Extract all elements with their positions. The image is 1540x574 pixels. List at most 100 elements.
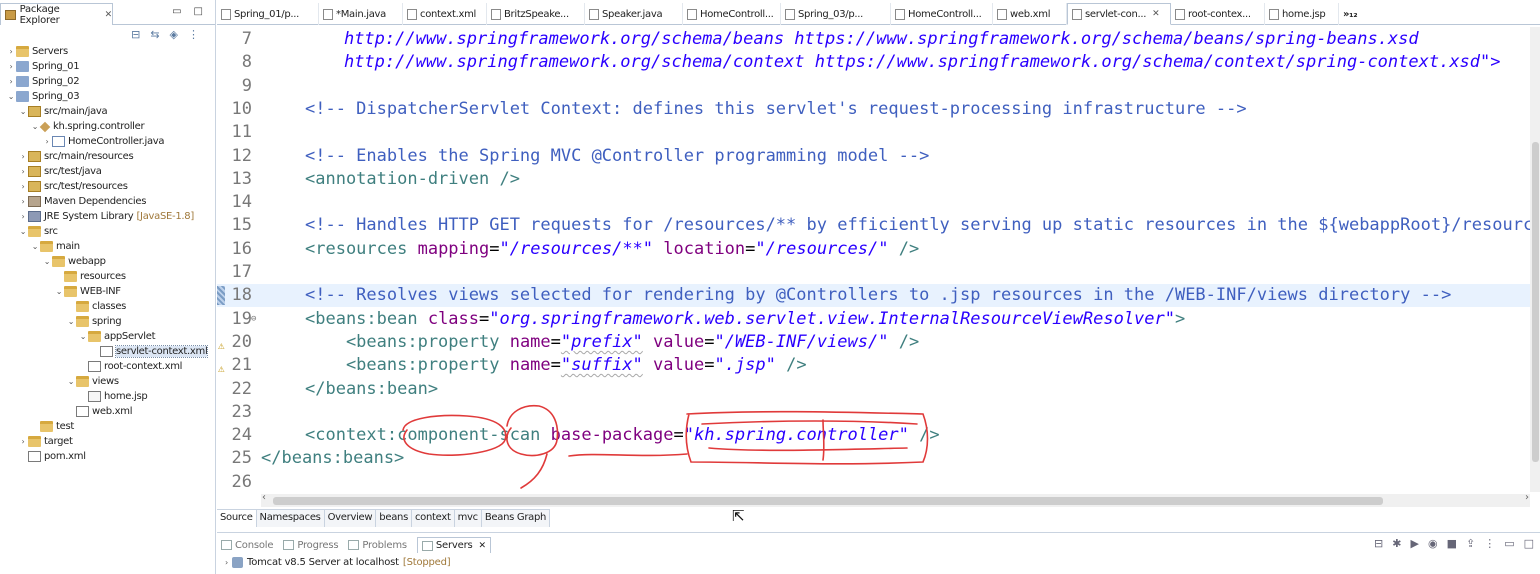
chevron-right-icon[interactable]: › <box>18 182 28 191</box>
tree-item[interactable]: web.xml <box>0 404 216 419</box>
chevron-right-icon[interactable]: › <box>6 77 16 86</box>
tree-item[interactable]: ⌄ WEB-INF <box>0 284 216 299</box>
tree-item[interactable]: resources <box>0 269 216 284</box>
code-line[interactable]: 7 http://www.springframework.org/schema/… <box>217 28 1530 51</box>
scroll-left-icon[interactable]: ‹ <box>262 492 266 503</box>
view-menu-icon[interactable]: ⋮ <box>188 28 199 41</box>
focus-icon[interactable]: ◈ <box>170 28 178 41</box>
editor-tab[interactable]: context.xml <box>403 3 487 25</box>
editor-tab[interactable]: BritzSpeake... <box>487 3 585 25</box>
editor-tab[interactable]: root-contex... <box>1171 3 1265 25</box>
tree-item[interactable]: › HomeController.java <box>0 134 216 149</box>
chevron-right-icon[interactable]: › <box>18 197 28 206</box>
code-line[interactable]: 24 <context:component-scan base-package="… <box>217 424 1530 447</box>
server-entry[interactable]: › Tomcat v8.5 Server at localhost [Stopp… <box>225 557 451 568</box>
code-line[interactable]: 17 <box>217 261 1530 284</box>
stop-server-icon[interactable]: ■ <box>1447 537 1457 550</box>
chevron-down-icon[interactable]: ⌄ <box>6 92 16 101</box>
tree-item[interactable]: home.jsp <box>0 389 216 404</box>
tree-item[interactable]: ⌄ appServlet <box>0 329 216 344</box>
chevron-right-icon[interactable]: › <box>18 152 28 161</box>
editor-page-tab[interactable]: mvc <box>454 510 482 527</box>
tree-item[interactable]: ⌄ webapp <box>0 254 216 269</box>
chevron-right-icon[interactable]: › <box>18 212 28 221</box>
code-line[interactable]: 12 <!-- Enables the Spring MVC @Controlle… <box>217 145 1530 168</box>
chevron-down-icon[interactable]: ⌄ <box>54 287 64 296</box>
code-line[interactable]: ⚠ 21 <beans:property name="suffix" value=… <box>217 354 1530 377</box>
collapse-icon[interactable]: ⊟ <box>1374 537 1383 550</box>
expand-icon[interactable]: › <box>225 558 228 567</box>
editor-tab[interactable]: *Main.java <box>319 3 403 25</box>
fold-icon[interactable]: ⊖ <box>251 308 256 331</box>
collapse-all-icon[interactable]: ⊟ <box>131 28 140 41</box>
editor-tab[interactable]: servlet-con... ✕ <box>1067 3 1171 25</box>
chevron-down-icon[interactable]: ⌄ <box>66 377 76 386</box>
editor-page-tab[interactable]: Overview <box>324 510 377 527</box>
chevron-down-icon[interactable]: ⌄ <box>30 242 40 251</box>
editor-tab[interactable]: web.xml <box>993 3 1067 25</box>
chevron-right-icon[interactable]: › <box>6 62 16 71</box>
link-with-editor-icon[interactable]: ⇆ <box>150 28 159 41</box>
close-icon[interactable]: ✕ <box>1152 9 1160 19</box>
tree-item[interactable]: root-context.xml <box>0 359 216 374</box>
code-line[interactable]: 22 </beans:bean> <box>217 378 1530 401</box>
tree-item[interactable]: › src/test/java <box>0 164 216 179</box>
close-icon[interactable]: ✕ <box>479 541 487 551</box>
view-tab[interactable]: Progress <box>283 540 339 551</box>
editor-page-tab[interactable]: Source <box>217 510 257 527</box>
tree-item[interactable]: ⌄ kh.spring.controller <box>0 119 216 134</box>
maximize-icon[interactable]: □ <box>194 6 203 17</box>
code-line[interactable]: 25 </beans:beans> <box>217 447 1530 470</box>
tree-item[interactable]: › src/test/resources <box>0 179 216 194</box>
code-line[interactable]: 26 <box>217 471 1530 492</box>
minimize-icon[interactable]: ▭ <box>1504 537 1514 550</box>
chevron-right-icon[interactable]: › <box>18 167 28 176</box>
tree-item[interactable]: classes <box>0 299 216 314</box>
code-line[interactable]: 9 <box>217 75 1530 98</box>
tree-item[interactable]: ⌄ src/main/java <box>0 104 216 119</box>
maximize-icon[interactable]: □ <box>1524 537 1534 550</box>
start-server-icon[interactable]: ▶ <box>1410 537 1418 550</box>
code-line[interactable]: 18 <!-- Resolves views selected for rende… <box>217 284 1530 308</box>
editor-page-tab[interactable]: Namespaces <box>256 510 325 527</box>
view-menu-icon[interactable]: ⋮ <box>1484 537 1495 550</box>
scroll-right-icon[interactable]: › <box>1525 492 1529 503</box>
tree-item[interactable]: › Servers <box>0 44 216 59</box>
editor-tab[interactable]: HomeControll... <box>891 3 993 25</box>
horizontal-scrollbar[interactable]: ‹ › <box>261 492 1530 507</box>
tree-item[interactable]: ⌄ spring <box>0 314 216 329</box>
chevron-right-icon[interactable]: › <box>6 47 16 56</box>
editor-tab[interactable]: Spring_03/p... <box>781 3 891 25</box>
package-explorer-tab[interactable]: Package Explorer ✕ <box>0 3 113 26</box>
tree-item[interactable]: ⌄ src <box>0 224 216 239</box>
chevron-down-icon[interactable]: ⌄ <box>42 257 52 266</box>
editor-tab[interactable]: Spring_01/p... <box>217 3 319 25</box>
chevron-right-icon[interactable]: › <box>42 137 52 146</box>
debug-icon[interactable]: ✱ <box>1392 537 1401 550</box>
more-tabs-button[interactable]: »₁₂ <box>1339 3 1379 25</box>
editor-tab[interactable]: home.jsp <box>1265 3 1339 25</box>
view-tab[interactable]: Problems <box>348 540 407 551</box>
tree-item[interactable]: › target <box>0 434 216 449</box>
code-area[interactable]: 7 http://www.springframework.org/schema/… <box>217 27 1530 492</box>
tree-item[interactable]: servlet-context.xml <box>0 344 216 359</box>
scroll-thumb[interactable] <box>1532 142 1539 462</box>
chevron-right-icon[interactable]: › <box>18 437 28 446</box>
profile-icon[interactable]: ◉ <box>1428 537 1438 550</box>
code-line[interactable]: 19 ⊖ <beans:bean class="org.springframewor… <box>217 308 1530 331</box>
editor-tab[interactable]: Speaker.java <box>585 3 683 25</box>
vertical-scrollbar[interactable] <box>1530 27 1540 492</box>
view-tab[interactable]: Console <box>221 540 274 551</box>
code-line[interactable]: 15 <!-- Handles HTTP GET requests for /re… <box>217 214 1530 237</box>
tree-item[interactable]: › src/main/resources <box>0 149 216 164</box>
chevron-down-icon[interactable]: ⌄ <box>78 332 88 341</box>
code-line[interactable]: 10 <!-- DispatcherServlet Context: define… <box>217 98 1530 121</box>
code-line[interactable]: 11 <box>217 121 1530 144</box>
tree-item[interactable]: › JRE System Library [JavaSE-1.8] <box>0 209 216 224</box>
scroll-thumb[interactable] <box>273 497 1383 505</box>
tree-item[interactable]: ⌄ views <box>0 374 216 389</box>
code-line[interactable]: 23 <box>217 401 1530 424</box>
code-line[interactable]: 16 <resources mapping="/resources/**" loc… <box>217 238 1530 261</box>
code-line[interactable]: 13 <annotation-driven /> <box>217 168 1530 191</box>
code-line[interactable]: 8 http://www.springframework.org/schema/… <box>217 51 1530 74</box>
